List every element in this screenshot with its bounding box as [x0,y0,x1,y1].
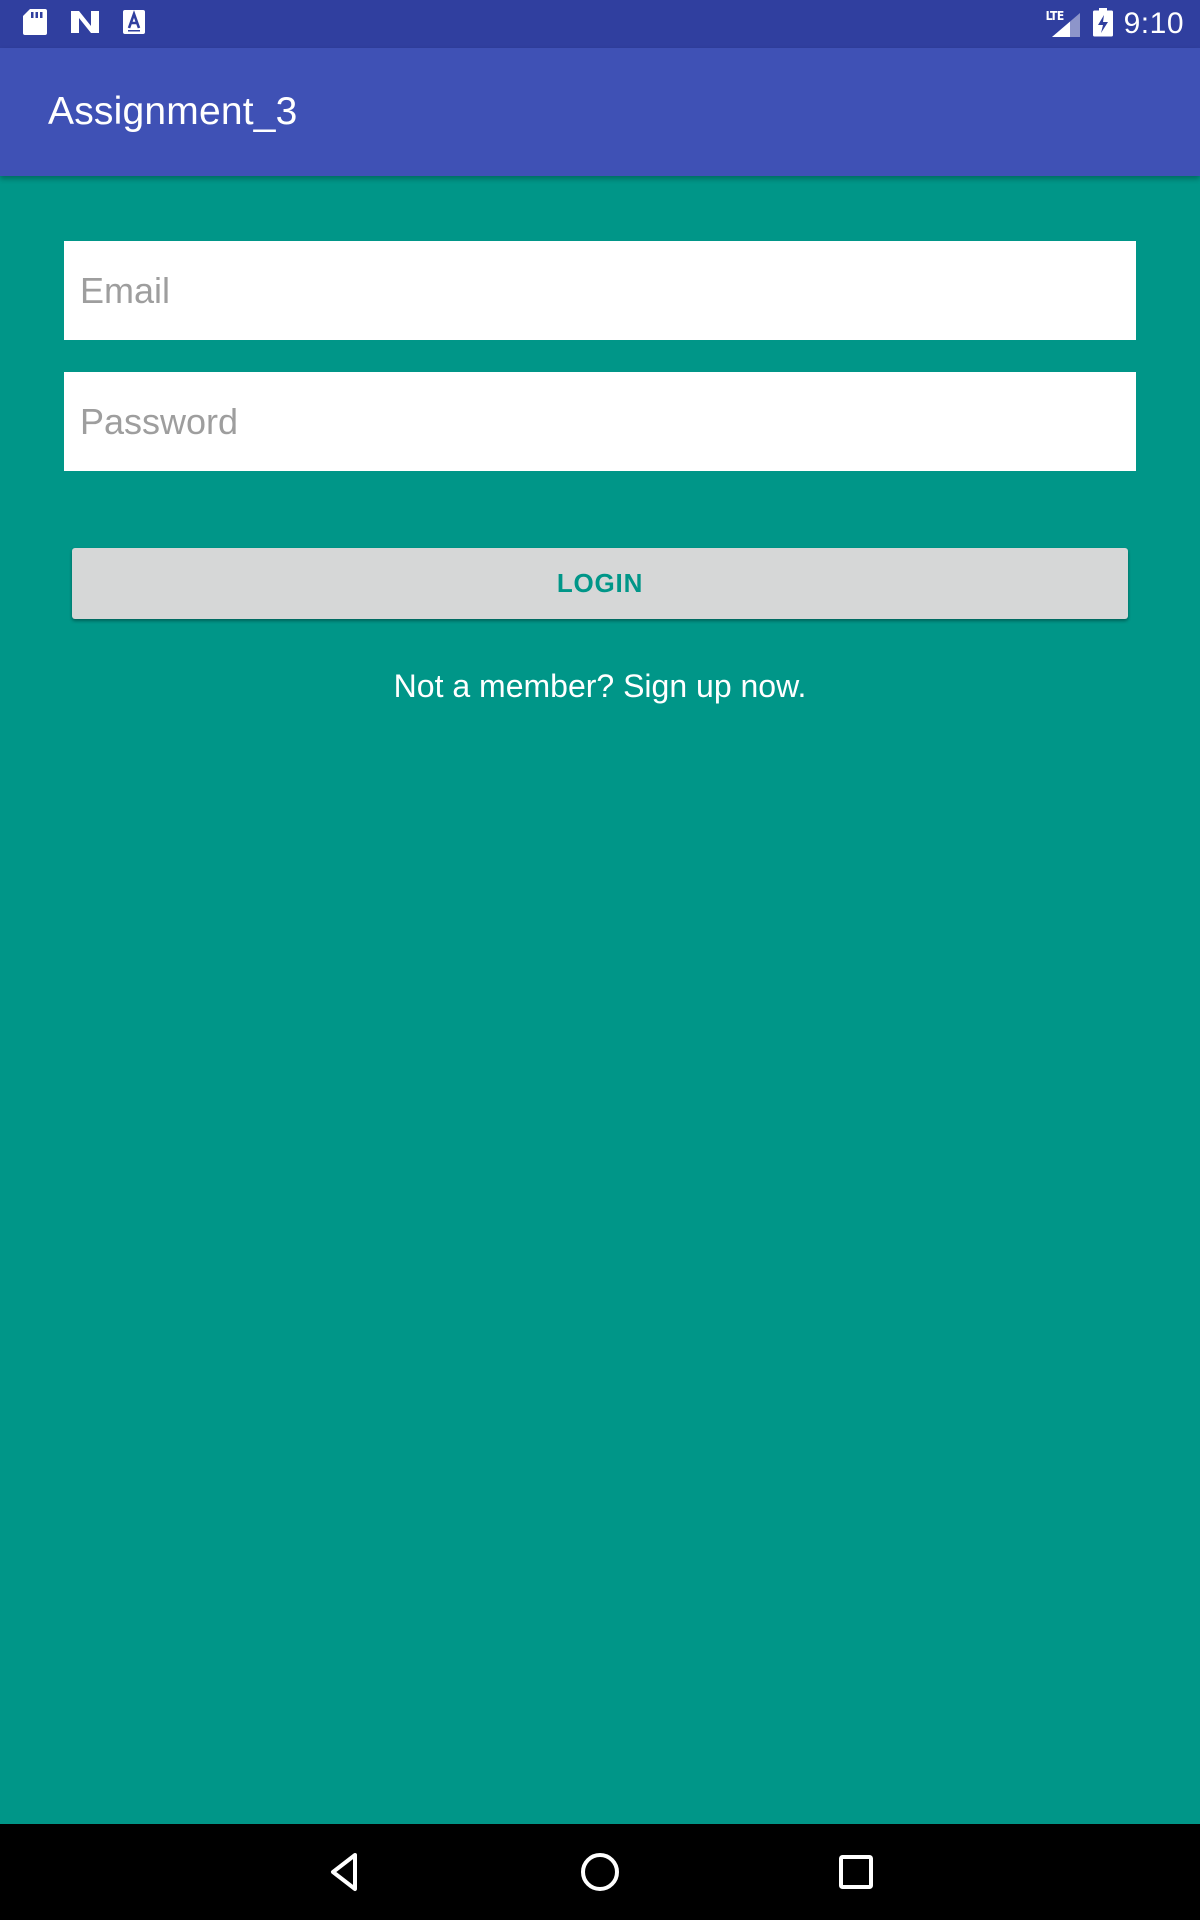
navigation-bar [0,1824,1200,1920]
signup-link[interactable]: Not a member? Sign up now. [0,660,1200,712]
home-icon[interactable] [570,1842,630,1902]
n-logo-icon [70,9,100,40]
app-title: Assignment_3 [48,90,298,133]
system-status-icons: LTE 9:10 [1046,0,1184,48]
recents-icon[interactable] [826,1842,886,1902]
a-badge-icon [122,9,146,40]
app-bar: Assignment_3 [0,48,1200,176]
status-time: 9:10 [1123,7,1184,40]
lte-signal-icon: LTE [1046,9,1082,39]
sd-card-icon [22,8,48,41]
password-field[interactable] [64,372,1136,471]
login-button[interactable]: LOGIN [72,548,1128,619]
notification-icons [22,8,146,41]
battery-charging-icon [1092,7,1114,42]
status-bar: LTE 9:10 [0,0,1200,48]
email-field[interactable] [64,241,1136,340]
back-icon[interactable] [314,1842,374,1902]
